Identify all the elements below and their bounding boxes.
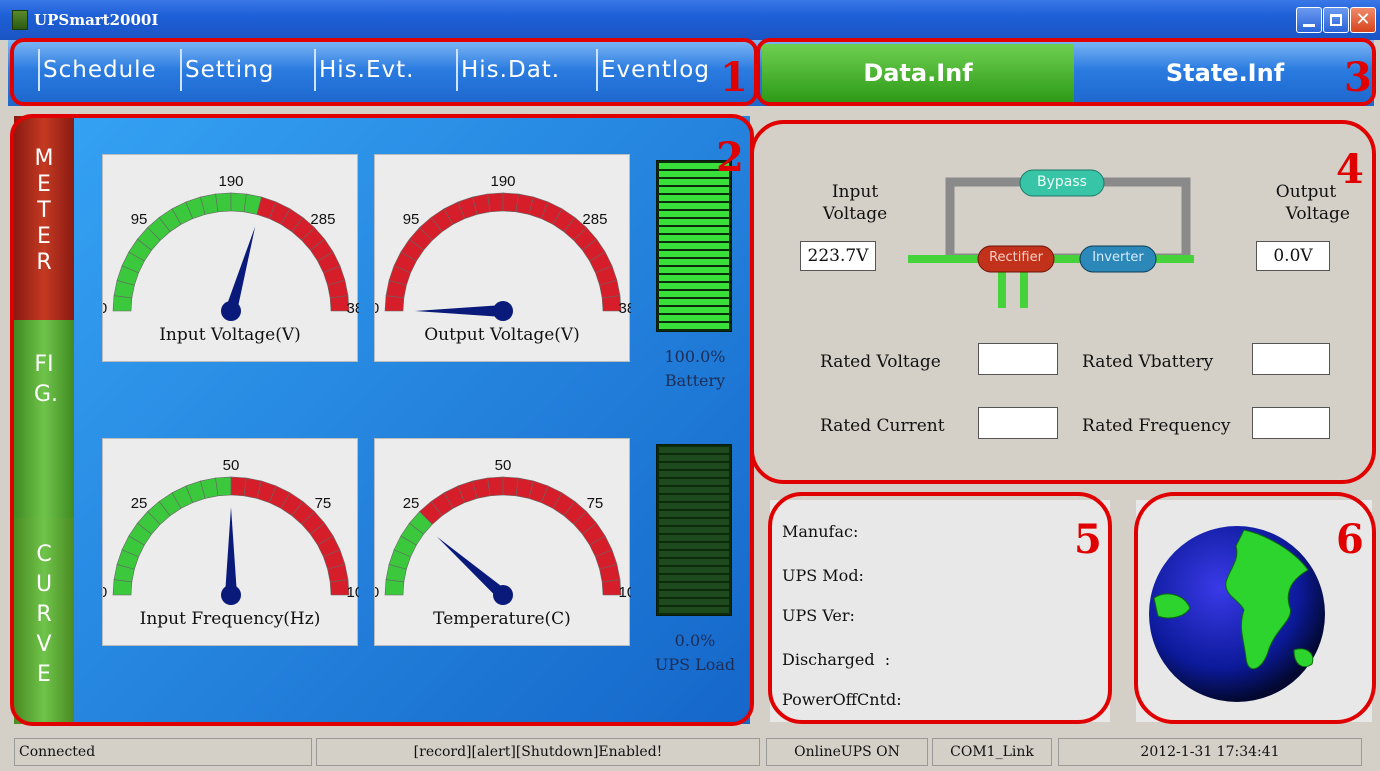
annotation-number-6: 6 bbox=[1336, 516, 1364, 563]
annotation-number-4: 4 bbox=[1336, 146, 1364, 193]
status-datetime: 2012-1-31 17:34:41 bbox=[1058, 738, 1362, 766]
status-ups-state: OnlineUPS ON bbox=[766, 738, 928, 766]
status-port: COM1_Link bbox=[932, 738, 1052, 766]
close-icon: ✕ bbox=[1355, 9, 1371, 30]
status-flags: [record][alert][Shutdown]Enabled! bbox=[316, 738, 760, 766]
minimize-button[interactable] bbox=[1296, 7, 1322, 33]
annotation-box-5 bbox=[768, 492, 1112, 724]
annotation-box-4 bbox=[750, 120, 1376, 484]
title-bar bbox=[0, 0, 1380, 40]
close-button[interactable]: ✕ bbox=[1350, 7, 1376, 33]
annotation-number-5: 5 bbox=[1074, 516, 1102, 563]
annotation-number-2: 2 bbox=[716, 134, 744, 181]
app-icon bbox=[12, 10, 28, 30]
status-connection: Connected bbox=[14, 738, 312, 766]
minimize-icon bbox=[1303, 24, 1315, 27]
annotation-box-1 bbox=[10, 38, 758, 106]
window-title: UPSmart2000I bbox=[34, 11, 159, 29]
maximize-icon bbox=[1330, 14, 1342, 26]
maximize-button[interactable] bbox=[1323, 7, 1349, 33]
annotation-number-3: 3 bbox=[1344, 54, 1372, 101]
annotation-box-2 bbox=[10, 114, 754, 726]
annotation-box-3 bbox=[756, 38, 1376, 106]
annotation-number-1: 1 bbox=[720, 54, 748, 101]
